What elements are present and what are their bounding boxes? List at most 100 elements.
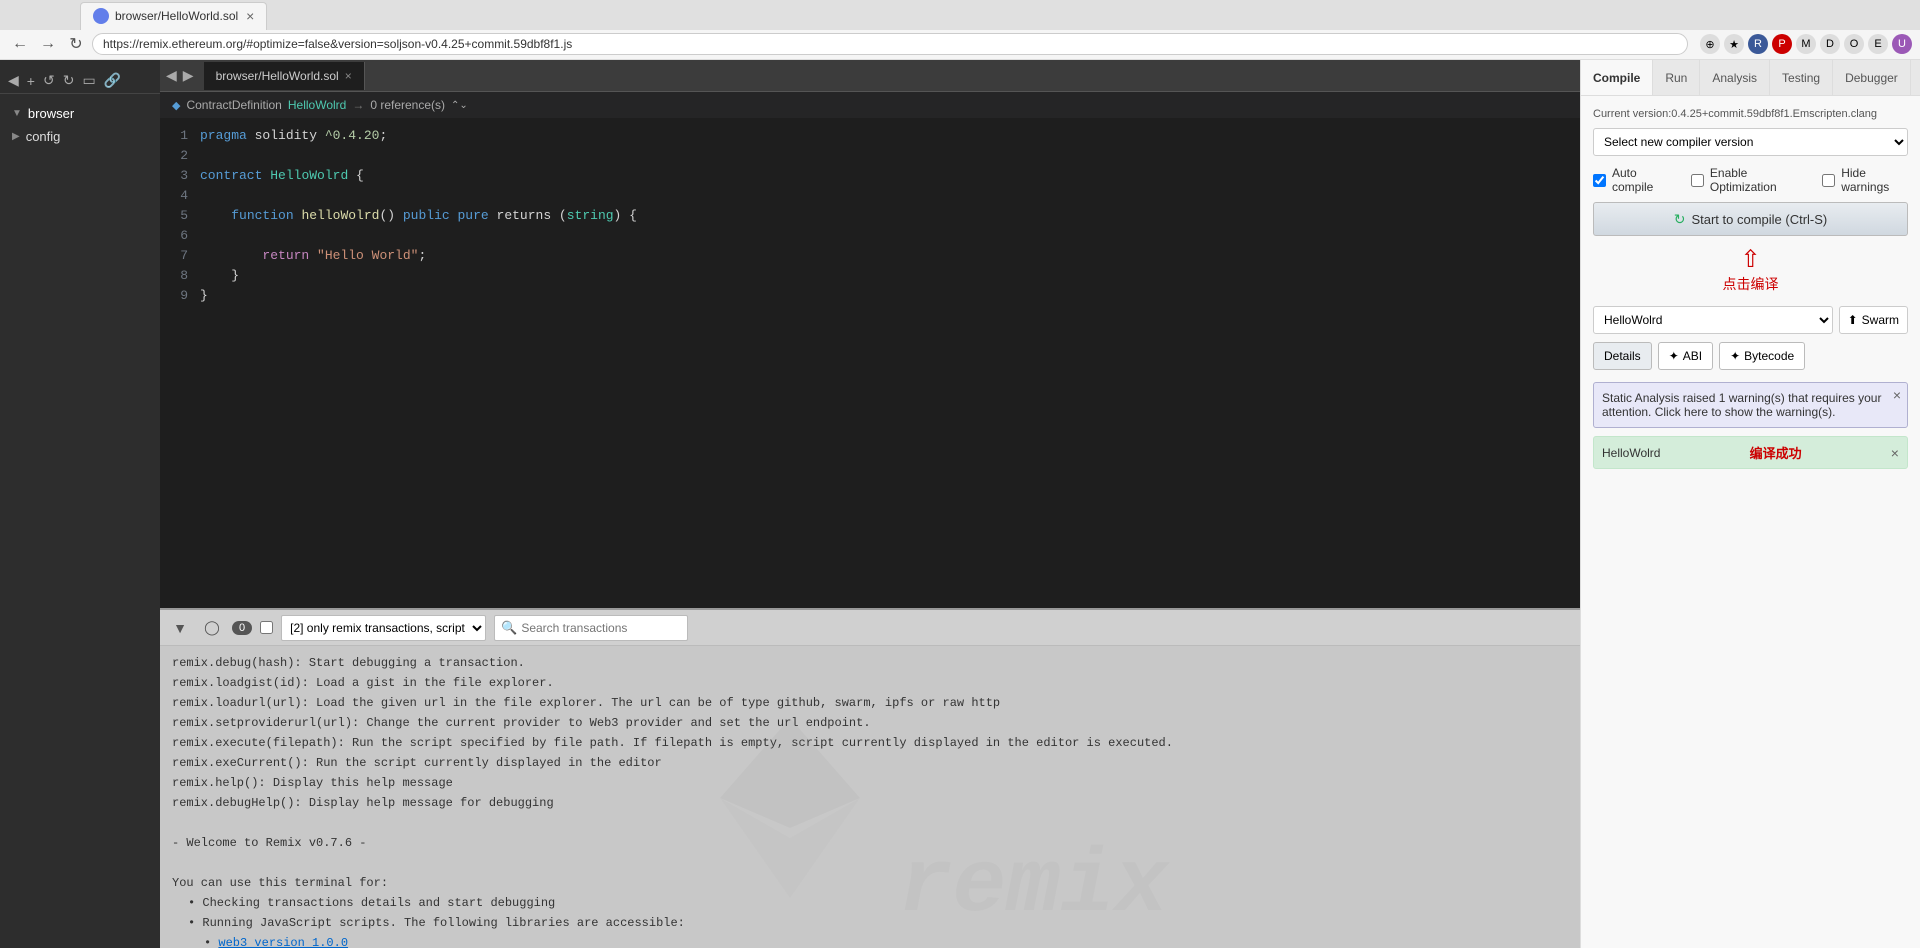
sidebar: ◀ + ↺ ↻ ▭ 🔗 ▼ browser ▶ config (0, 60, 160, 948)
hide-warnings-checkbox[interactable] (1822, 174, 1835, 187)
details-button-label: Details (1604, 349, 1641, 363)
swarm-button-label: Swarm (1862, 313, 1899, 327)
details-button[interactable]: Details (1593, 342, 1652, 370)
abi-icon: ✦ (1669, 349, 1679, 363)
sidebar-browser-label: browser (28, 106, 74, 121)
terminal-toolbar: ▼ ◯ 0 [2] only remix transactions, scrip… (160, 610, 1580, 646)
warning-box: Static Analysis raised 1 warning(s) that… (1593, 382, 1908, 428)
sidebar-icon-row: ◀ + ↺ ↻ ▭ 🔗 (8, 72, 121, 89)
ext-icon-2[interactable]: ★ (1724, 34, 1744, 54)
editor-container: ◀ ▶ browser/HelloWorld.sol × ◆ ContractD… (160, 60, 1580, 948)
breadcrumb-contract-icon: ◆ (172, 99, 180, 112)
swarm-button[interactable]: ⬆ Swarm (1839, 306, 1908, 334)
compile-button[interactable]: ↻ Start to compile (Ctrl-S) (1593, 202, 1908, 236)
editor-breadcrumb: ◆ ContractDefinition HelloWolrd → 0 refe… (160, 92, 1580, 118)
sidebar-expand-icon[interactable]: + (27, 73, 35, 89)
abi-button[interactable]: ✦ ABI (1658, 342, 1713, 370)
editor-arrow-left-icon[interactable]: ◀ (164, 67, 179, 84)
tab-favicon (93, 8, 109, 24)
tab-debugger[interactable]: Debugger (1833, 60, 1911, 95)
tab-compile[interactable]: Compile (1581, 60, 1653, 95)
ext-icon-7[interactable]: O (1844, 34, 1864, 54)
browser-chrome: browser/HelloWorld.sol × ← → ↻ ⊕ ★ R P M… (0, 0, 1920, 60)
terminal-line: • web3 version 1.0.0 (204, 934, 1568, 948)
back-button[interactable]: ← (8, 32, 32, 56)
annotation-area: ⇧ 点击编译 (1593, 248, 1908, 294)
sidebar-undo-icon[interactable]: ↺ (43, 72, 55, 89)
browser-tabs: browser/HelloWorld.sol × (0, 0, 1920, 30)
eth-watermark (700, 708, 880, 908)
hide-warnings-label: Hide warnings (1841, 166, 1908, 194)
bytecode-button[interactable]: ✦ Bytecode (1719, 342, 1805, 370)
search-icon: 🔍 (501, 620, 517, 636)
breadcrumb-arrow-icon: → (352, 98, 364, 112)
code-editor[interactable]: 1 pragma solidity ^0.4.20; 2 3 contract … (160, 118, 1580, 608)
web3-link[interactable]: web3 version 1.0.0 (218, 936, 348, 948)
terminal-content: remix remix.debug(hash): Start debugging… (160, 646, 1580, 948)
sidebar-left-arrow-icon[interactable]: ◀ (8, 72, 19, 89)
tx-filter-select[interactable]: [2] only remix transactions, script (281, 615, 486, 641)
auto-compile-checkbox[interactable] (1593, 174, 1606, 187)
address-bar[interactable] (92, 33, 1688, 55)
active-tab[interactable]: browser/HelloWorld.sol × (80, 2, 267, 30)
sidebar-item-config[interactable]: ▶ config (0, 125, 160, 148)
sidebar-copy-icon[interactable]: ▭ (82, 72, 95, 89)
success-close-icon[interactable]: × (1891, 445, 1899, 461)
tab-run[interactable]: Run (1653, 60, 1700, 95)
success-contract-name: HelloWolrd (1602, 446, 1660, 460)
contract-select-row: HelloWolrd ⬆ Swarm (1593, 306, 1908, 334)
breadcrumb-chevrons-icon: ⌃⌄ (451, 100, 468, 111)
bytecode-icon: ✦ (1730, 349, 1740, 363)
swarm-upload-icon: ⬆ (1848, 313, 1858, 327)
nav-icons: ⊕ ★ R P M D O E U (1700, 34, 1912, 54)
breadcrumb-name: HelloWolrd (288, 98, 346, 112)
compiler-version-select[interactable]: Select new compiler version (1593, 128, 1908, 156)
user-avatar[interactable]: U (1892, 34, 1912, 54)
ext-icon-4[interactable]: P (1772, 34, 1792, 54)
main-layout: ◀ + ↺ ↻ ▭ 🔗 ▼ browser ▶ config ◀ ▶ br (0, 60, 1920, 948)
ext-icon-3[interactable]: R (1748, 34, 1768, 54)
editor-tab-close-icon[interactable]: × (345, 69, 352, 83)
annotation-text: 点击编译 (1723, 274, 1779, 294)
sidebar-redo-icon[interactable]: ↻ (63, 72, 75, 89)
code-line-4: 4 (160, 186, 1580, 206)
sidebar-toolbar: ◀ + ↺ ↻ ▭ 🔗 (0, 68, 160, 94)
breadcrumb-contract: ContractDefinition (186, 98, 281, 112)
tab-analysis[interactable]: Analysis (1700, 60, 1770, 95)
tx-checkbox[interactable] (260, 621, 273, 634)
editor-arrow-right-icon[interactable]: ▶ (181, 67, 196, 84)
ext-icon-5[interactable]: M (1796, 34, 1816, 54)
ext-icon-8[interactable]: E (1868, 34, 1888, 54)
warning-text: Static Analysis raised 1 warning(s) that… (1602, 391, 1881, 419)
ext-icon-1[interactable]: ⊕ (1700, 34, 1720, 54)
warning-close-icon[interactable]: × (1893, 387, 1901, 403)
terminal-line: remix.debug(hash): Start debugging a tra… (172, 654, 1568, 672)
tab-settings[interactable]: Settings (1911, 60, 1920, 95)
enable-optimization-checkbox[interactable] (1691, 174, 1704, 187)
close-tab-button[interactable]: × (246, 8, 254, 24)
code-line-1: 1 pragma solidity ^0.4.20; (160, 126, 1580, 146)
editor-tabs: ◀ ▶ browser/HelloWorld.sol × (160, 60, 1580, 92)
breadcrumb-refs: 0 reference(s) (370, 98, 445, 112)
current-version-text: Current version:0.4.25+commit.59dbf8f1.E… (1593, 108, 1908, 120)
reload-button[interactable]: ↻ (64, 32, 88, 56)
tab-testing[interactable]: Testing (1770, 60, 1833, 95)
code-line-3: 3 contract HelloWolrd { (160, 166, 1580, 186)
browser-nav: ← → ↻ ⊕ ★ R P M D O E U (0, 30, 1920, 60)
editor-nav-arrows: ◀ ▶ (164, 67, 196, 84)
ext-icon-6[interactable]: D (1820, 34, 1840, 54)
terminal-clear-icon[interactable]: ◯ (200, 616, 224, 640)
code-line-9: 9 } (160, 286, 1580, 306)
code-line-2: 2 (160, 146, 1580, 166)
contract-name-select[interactable]: HelloWolrd (1593, 306, 1833, 334)
bottom-panel: ▼ ◯ 0 [2] only remix transactions, scrip… (160, 608, 1580, 948)
editor-tab-helloworld[interactable]: browser/HelloWorld.sol × (204, 62, 365, 90)
forward-button[interactable]: → (36, 32, 60, 56)
sidebar-link-icon[interactable]: 🔗 (104, 72, 121, 89)
terminal-chevron-down-icon[interactable]: ▼ (168, 616, 192, 640)
code-line-6: 6 (160, 226, 1580, 246)
sidebar-item-browser[interactable]: ▼ browser (0, 102, 160, 125)
search-input[interactable] (521, 621, 681, 635)
terminal-line: remix.loadgist(id): Load a gist in the f… (172, 674, 1568, 692)
right-panel: Compile Run Analysis Testing Debugger Se… (1580, 60, 1920, 948)
